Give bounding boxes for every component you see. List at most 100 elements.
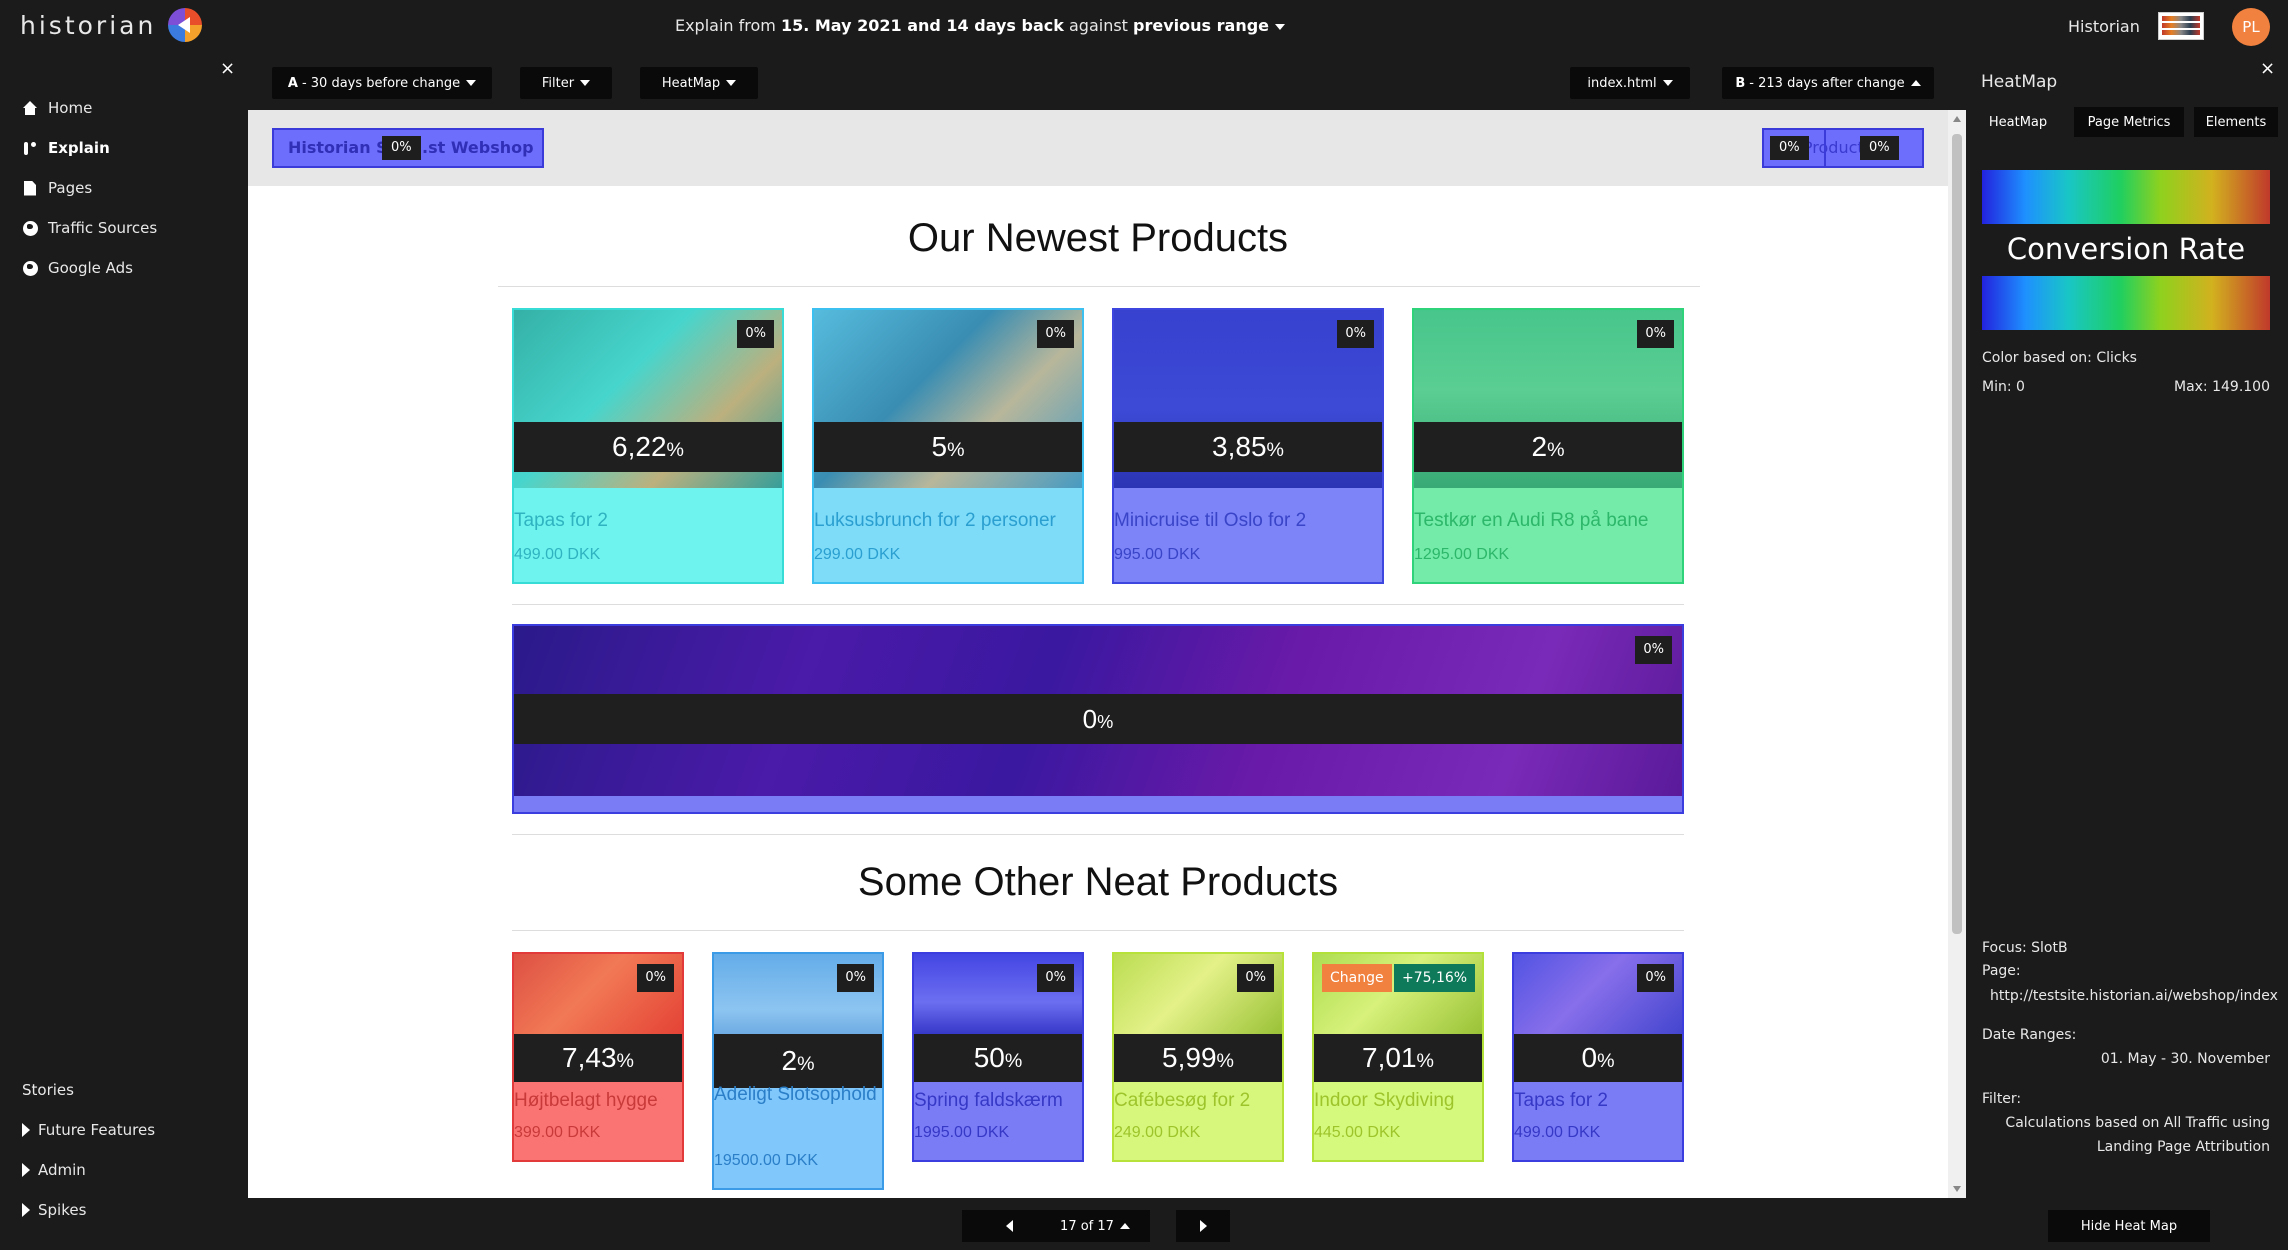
next-button[interactable] [1176, 1210, 1230, 1242]
product-corner-pct: 0% [1037, 964, 1074, 992]
logo-mark-icon [168, 8, 203, 42]
product-title[interactable]: Tapas for 2 [514, 510, 782, 532]
sidebar-item-explain[interactable]: Explain [22, 128, 157, 168]
product-metric-bar: 7,01% [1314, 1034, 1482, 1082]
product-card[interactable]: 3,85% 0% Minicruise til Oslo for 2 995.00 D… [1112, 308, 1384, 584]
caret-right-icon [22, 1123, 30, 1137]
color-based-on: Color based on: Clicks [1982, 350, 2137, 366]
sidebar-item-pages[interactable]: Pages [22, 168, 157, 208]
sidebar-item-label: Google Ads [48, 259, 133, 277]
sidebar-group-spikes[interactable]: Spikes [22, 1190, 155, 1230]
pct-unit: % [1416, 1050, 1434, 1072]
scale-max: Max: 149.100 [2173, 379, 2270, 395]
sidebar-item-home[interactable]: Home [22, 88, 157, 128]
chevron-down-icon [580, 80, 591, 86]
product-price: 299.00 DKK [814, 546, 901, 563]
caret-right-icon [22, 1203, 30, 1217]
product-card[interactable]: 50% 0% Spring faldskærm 1995.00 DKK [912, 952, 1084, 1162]
sidebar-group-future-features[interactable]: Future Features [22, 1110, 155, 1150]
product-card[interactable]: 2% 0% Testkør en Audi R8 på bane 1295.00 DK… [1412, 308, 1684, 584]
product-title[interactable]: Spring faldskærm [914, 1090, 1082, 1112]
arrow-right-icon [1199, 1220, 1207, 1232]
scrollbar-thumb[interactable] [1952, 134, 1962, 934]
explain-date[interactable]: 15. May 2021 and 14 days back [781, 16, 1064, 35]
globe-icon [22, 220, 38, 236]
pct-unit: % [1004, 1050, 1023, 1072]
product-title[interactable]: Testkør en Audi R8 på bane [1414, 510, 1682, 532]
product-card[interactable]: 6,22% 0% Tapas for 2 499.00 DKK [512, 308, 784, 584]
heatmap-dropdown[interactable]: HeatMap [640, 67, 758, 99]
product-price: 249.00 DKK [1114, 1124, 1201, 1141]
sidebar-close-icon[interactable]: × [220, 58, 235, 79]
date-ranges-label: Date Ranges: [1982, 1027, 2077, 1043]
product-corner-pct: 0% [1237, 964, 1274, 992]
logo-text: historian [20, 10, 157, 40]
viewport-scrollbar[interactable] [1948, 110, 1966, 1198]
top-user-label[interactable]: Historian [2068, 17, 2140, 36]
product-metric-bar: 2% [714, 1034, 882, 1088]
product-metric-value: 50 [973, 1042, 1005, 1073]
product-title[interactable]: Cafébesøg for 2 [1114, 1090, 1282, 1112]
tab-page-metrics[interactable]: Page Metrics [2074, 107, 2184, 137]
product-price: 995.00 DKK [1114, 546, 1201, 563]
heatmap-viewport[interactable]: Historian Sim...st Webshop 0% All Produc… [248, 110, 1948, 1198]
flag-icon[interactable] [2158, 12, 2204, 40]
product-title[interactable]: Adeligt Slotsophold [714, 1084, 882, 1106]
scroll-up-icon[interactable] [1953, 116, 1961, 122]
logo[interactable]: historian [20, 8, 203, 42]
avatar[interactable]: PL [2232, 8, 2270, 46]
page-select-label: index.html [1587, 75, 1657, 91]
product-title[interactable]: Luksusbrunch for 2 personer [814, 510, 1082, 532]
product-card[interactable]: 7,43% 0% Højtbelagt hygge 399.00 DKK [512, 952, 684, 1162]
hide-heatmap-button[interactable]: Hide Heat Map [2048, 1210, 2210, 1242]
pct-unit: % [1216, 1050, 1234, 1072]
product-card[interactable]: 5,99% 0% Cafébesøg for 2 249.00 DKK [1112, 952, 1284, 1162]
product-card[interactable]: 0% 0% Tapas for 2 499.00 DKK [1512, 952, 1684, 1162]
product-title[interactable]: Tapas for 2 [1514, 1090, 1682, 1112]
chevron-down-icon [1275, 23, 1286, 30]
sidebar-item-traffic-sources[interactable]: Traffic Sources [22, 208, 157, 248]
tab-elements[interactable]: Elements [2194, 107, 2278, 137]
product-card[interactable]: 2% 0% Adeligt Slotsophold 19500.00 DKK [712, 952, 884, 1190]
product-metric-value: 7,43 [562, 1042, 617, 1073]
sidebar-item-google-ads[interactable]: Google Ads [22, 248, 157, 288]
filter-line-2: Landing Page Attribution [2096, 1139, 2270, 1155]
divider [512, 604, 1684, 605]
tab-heatmap[interactable]: HeatMap [1982, 107, 2054, 137]
legend-label: Conversion Rate [2006, 232, 2246, 266]
product-title[interactable]: Minicruise til Oslo for 2 [1114, 510, 1382, 532]
pct-unit: % [797, 1053, 815, 1075]
range-b-dropdown[interactable]: B- 213 days after change [1722, 67, 1934, 99]
filter-line-1: Calculations based on All Traffic using [2005, 1115, 2270, 1131]
product-card[interactable]: 7,01% Change +75,16% Indoor Skydiving 445.00… [1312, 952, 1484, 1162]
product-corner-pct: 0% [1037, 320, 1074, 348]
product-metric-bar: 5,99% [1114, 1034, 1282, 1082]
product-title[interactable]: Indoor Skydiving [1314, 1090, 1482, 1112]
range-a-dropdown[interactable]: A- 30 days before change [272, 67, 492, 99]
divider [498, 286, 1700, 287]
product-price: 499.00 DKK [514, 546, 601, 563]
sidebar-group-admin[interactable]: Admin [22, 1150, 155, 1190]
banner-slot[interactable]: 0% 0% [512, 624, 1684, 814]
scroll-down-icon[interactable] [1953, 1186, 1961, 1192]
globe-icon [22, 260, 38, 276]
panel-close-icon[interactable]: × [2260, 58, 2275, 79]
page-indicator[interactable]: 17 of 17 [1040, 1210, 1150, 1242]
explain-range-selector[interactable]: Explain from 15. May 2021 and 14 days ba… [600, 16, 1360, 35]
explain-range[interactable]: previous range [1133, 16, 1269, 35]
product-card[interactable]: 5% 0% Luksusbrunch for 2 personer 299.00 DK… [812, 308, 1084, 584]
product-metric-value: 3,85 [1212, 431, 1267, 462]
banner-metric-value: 0 [1082, 704, 1098, 734]
product-title[interactable]: Højtbelagt hygge [514, 1090, 682, 1112]
filter-dropdown[interactable]: Filter [520, 67, 612, 99]
product-metric-bar: 2% [1414, 422, 1682, 472]
pct-unit: % [1597, 1050, 1615, 1072]
chevron-up-icon [1910, 80, 1921, 86]
page-icon [22, 180, 38, 196]
page-select-dropdown[interactable]: index.html [1570, 67, 1690, 99]
divider [512, 930, 1684, 931]
banner-metric-bar: 0% [514, 694, 1682, 744]
shop-header: Historian Sim...st Webshop 0% All Produc… [248, 110, 1948, 186]
product-metric-bar: 5% [814, 422, 1082, 472]
product-metric-bar: 50% [914, 1034, 1082, 1082]
